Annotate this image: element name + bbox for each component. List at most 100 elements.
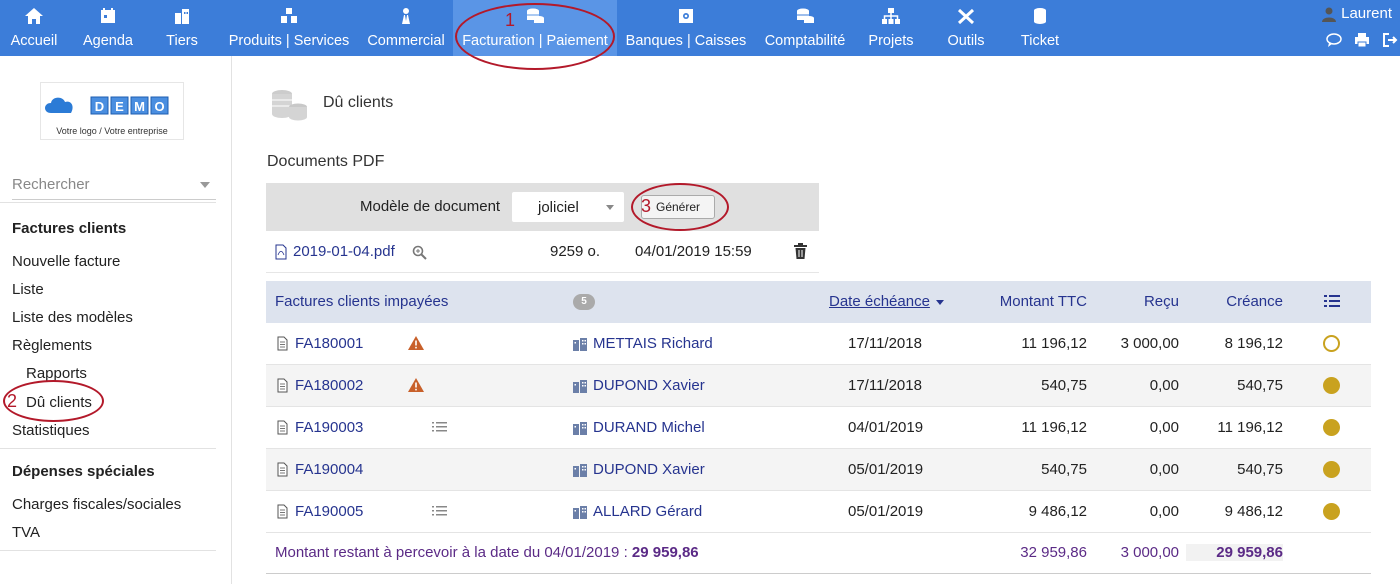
document-generator-bar: Modèle de document joliciel Générer [266, 183, 819, 231]
status-indicator [1323, 335, 1340, 352]
nav-comptabilite[interactable]: Comptabilité [760, 0, 850, 56]
sidebar-item-statistiques[interactable]: Statistiques [12, 422, 90, 439]
nav-commercial[interactable]: Commercial [364, 0, 448, 56]
amount-recu: 3 000,00 [1120, 335, 1179, 352]
search-placeholder: Rechercher [12, 176, 90, 193]
due-date: 17/11/2018 [848, 377, 922, 394]
list-icon[interactable] [432, 506, 447, 516]
amount-ttc: 540,75 [1041, 461, 1087, 478]
footer-label: Montant restant à percevoir à la date du… [275, 544, 699, 561]
list-icon[interactable] [432, 422, 447, 432]
company-logo[interactable]: D E M O Votre logo / Votre entreprise [40, 82, 184, 140]
svg-text:D: D [95, 99, 104, 114]
company-icon [573, 422, 587, 435]
client-link[interactable]: ALLARD Gérard [593, 503, 702, 520]
demo-logo-icon: D E M O [45, 96, 169, 115]
header-recu[interactable]: Reçu [1096, 293, 1179, 310]
nav-banques-caisses[interactable]: Banques | Caisses [622, 0, 750, 56]
table-header: Factures clients impayées 5 Date échéanc… [266, 281, 1371, 323]
logout-icon[interactable] [1382, 32, 1398, 48]
sidebar-item-charges[interactable]: Charges fiscales/sociales [12, 496, 181, 513]
chevron-down-icon [200, 182, 210, 188]
annotation-number: 3 [641, 196, 652, 216]
amount-creance: 11 196,12 [1217, 419, 1283, 436]
amount-ttc: 11 196,12 [1021, 419, 1087, 436]
divider [0, 550, 216, 551]
table-row[interactable]: FA180002 DUPOND Xavier 17/11/2018 540,75 0,0… [266, 365, 1371, 407]
client-link[interactable]: DUPOND Xavier [593, 377, 705, 394]
annotation-number: 2 [7, 391, 18, 411]
header-creance[interactable]: Créance [1186, 293, 1283, 310]
coins-icon [272, 90, 307, 121]
sidebar-item-reglements[interactable]: Règlements [12, 337, 92, 354]
status-indicator [1323, 503, 1340, 520]
table-row[interactable]: FA180001 METTAIS Richard 17/11/2018 11 196,… [266, 323, 1371, 365]
section-factures-clients[interactable]: Factures clients [12, 220, 126, 237]
zoom-icon[interactable] [412, 245, 427, 260]
invoice-ref-link[interactable]: FA180001 [295, 335, 363, 352]
company-icon [573, 338, 587, 351]
model-select[interactable]: joliciel [512, 192, 624, 222]
document-icon [277, 420, 288, 435]
client-link[interactable]: METTAIS Richard [593, 335, 713, 352]
header-montant-ttc[interactable]: Montant TTC [966, 293, 1087, 310]
sidebar-item-nouvelle-facture[interactable]: Nouvelle facture [12, 253, 120, 270]
nav-agenda[interactable]: Agenda [77, 0, 139, 56]
trash-icon[interactable] [793, 243, 808, 260]
header-title: Factures clients impayées [275, 293, 449, 310]
client-link[interactable]: DURAND Michel [593, 419, 705, 436]
logo-caption: Votre logo / Votre entreprise [56, 126, 168, 136]
nav-outils[interactable]: Outils [936, 0, 996, 56]
section-depenses-speciales[interactable]: Dépenses spéciales [12, 463, 155, 480]
file-link[interactable]: 2019-01-04.pdf [293, 243, 395, 260]
print-icon[interactable] [1354, 32, 1370, 48]
nav-produits-services[interactable]: Produits | Services [224, 0, 354, 56]
sidebar-item-liste-modeles[interactable]: Liste des modèles [12, 309, 133, 326]
model-label: Modèle de document [360, 198, 501, 215]
model-select-value: joliciel [538, 199, 579, 216]
column-list-icon[interactable] [1324, 295, 1340, 307]
amount-recu: 0,00 [1149, 503, 1179, 520]
building-icon [175, 9, 189, 24]
nav-projets[interactable]: Projets [862, 0, 920, 56]
company-icon [573, 506, 587, 519]
svg-text:O: O [154, 99, 164, 114]
search-dropdown[interactable]: Rechercher [12, 176, 216, 200]
table-footer: Montant restant à percevoir à la date du… [266, 532, 1371, 574]
amount-recu: 0,00 [1149, 419, 1179, 436]
user-menu[interactable]: Laurent [1321, 5, 1392, 22]
annotation-oval [3, 380, 104, 422]
table-row[interactable]: FA190003 DURAND Michel 04/01/2019 11 196,12… [266, 407, 1371, 449]
status-indicator [1323, 419, 1340, 436]
coins-icon [797, 8, 814, 23]
due-date: 05/01/2019 [848, 461, 924, 478]
cubes-icon [281, 8, 297, 23]
invoice-ref-link[interactable]: FA190004 [295, 461, 363, 478]
table-row[interactable]: FA190004 DUPOND Xavier 05/01/2019 540,75 0,0… [266, 449, 1371, 491]
invoice-ref-link[interactable]: FA180002 [295, 377, 363, 394]
chat-icon[interactable] [1326, 32, 1342, 48]
file-size: 9259 o. [550, 243, 601, 260]
company-icon [573, 380, 587, 393]
sidebar-item-tva[interactable]: TVA [12, 524, 40, 541]
nav-accueil[interactable]: Accueil [0, 0, 68, 56]
table-row[interactable]: FA190005 ALLARD Gérard 05/01/2019 9 486,12 0… [266, 491, 1371, 533]
amount-creance: 8 196,12 [1224, 335, 1283, 352]
footer-label-total: 29 959,86 [631, 544, 699, 561]
header-due-date-sort[interactable]: Date échéance [829, 293, 930, 310]
nav-tiers[interactable]: Tiers [156, 0, 208, 56]
client-link[interactable]: DUPOND Xavier [593, 461, 705, 478]
file-date: 04/01/2019 15:59 [635, 243, 752, 260]
invoice-ref-link[interactable]: FA190005 [295, 503, 363, 520]
tools-icon [957, 8, 975, 25]
invoice-ref-link[interactable]: FA190003 [295, 419, 363, 436]
divider [0, 202, 216, 203]
footer-label-text: Montant restant à percevoir à la date du… [275, 544, 628, 561]
amount-recu: 0,00 [1149, 377, 1179, 394]
sidebar-item-liste[interactable]: Liste [12, 281, 44, 298]
status-indicator [1323, 461, 1340, 478]
nav-ticket[interactable]: Ticket [1010, 0, 1070, 56]
due-date: 04/01/2019 [848, 419, 924, 436]
suit-icon [402, 8, 410, 24]
warning-icon [408, 336, 424, 350]
